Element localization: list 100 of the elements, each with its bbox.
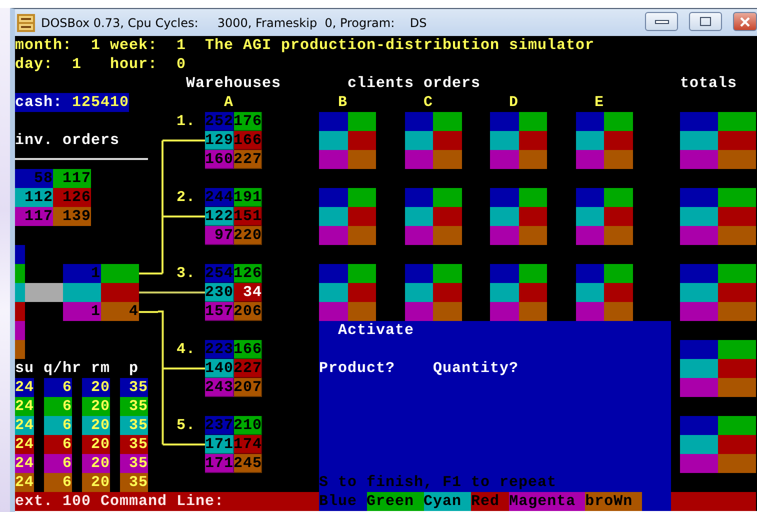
rate-cell: 35 xyxy=(120,473,148,492)
product-swatch xyxy=(15,245,24,264)
order-slot xyxy=(518,264,547,283)
total-slot xyxy=(718,226,756,245)
rate-cell: 6 xyxy=(44,378,72,397)
order-slot xyxy=(604,131,632,150)
rate-cell: 24 xyxy=(15,378,34,397)
cash-value: 125410 xyxy=(72,93,130,112)
maximize-button[interactable] xyxy=(689,12,722,31)
order-slot xyxy=(518,112,547,131)
total-slot xyxy=(718,131,756,150)
stock-cell: 34 xyxy=(234,283,262,302)
order-slot xyxy=(348,302,376,321)
order-slot xyxy=(576,112,604,131)
rate-cell: 24 xyxy=(15,454,34,473)
dialog-prompt: Quantity? xyxy=(433,359,518,378)
order-slot xyxy=(433,207,462,226)
stock-cell: 245 xyxy=(234,454,262,473)
order-slot xyxy=(319,112,348,131)
order-slot xyxy=(348,226,376,245)
order-slot xyxy=(518,226,547,245)
rate-cell: 6 xyxy=(44,416,72,435)
order-slot xyxy=(576,150,604,169)
total-slot xyxy=(718,340,756,359)
total-slot xyxy=(718,359,756,378)
order-slot xyxy=(319,226,348,245)
stock-cell: 97 xyxy=(205,226,234,245)
dialog-prompt: Product? xyxy=(319,359,395,378)
stock-cell: 210 xyxy=(234,416,262,435)
stock-cell: 230 xyxy=(205,283,234,302)
order-slot xyxy=(576,207,604,226)
rates-column-header: p xyxy=(129,359,138,378)
order-slot xyxy=(604,226,632,245)
total-slot xyxy=(680,435,718,454)
total-slot xyxy=(718,435,756,454)
order-slot xyxy=(518,283,547,302)
stock-cell: 151 xyxy=(234,207,262,226)
week-label: week: xyxy=(110,36,158,55)
connector-line xyxy=(138,310,158,312)
order-slot xyxy=(518,302,547,321)
order-slot xyxy=(319,264,348,283)
order-slot xyxy=(576,302,604,321)
order-slot xyxy=(604,112,632,131)
stock-cell: 129 xyxy=(205,131,234,150)
total-slot xyxy=(680,188,718,207)
order-slot xyxy=(319,131,348,150)
warehouse-column-label: A xyxy=(224,93,234,112)
order-slot xyxy=(490,264,518,283)
warehouse-number: 3. xyxy=(176,264,196,283)
stock-cell: 244 xyxy=(205,188,234,207)
order-slot xyxy=(576,226,604,245)
day-value: 1 xyxy=(72,55,82,74)
stock-cell: 171 xyxy=(205,435,234,454)
cash-label: cash: xyxy=(15,93,63,112)
total-slot xyxy=(718,112,756,131)
minimize-button[interactable] xyxy=(645,12,678,31)
order-slot xyxy=(518,207,547,226)
stock-cell: 166 xyxy=(234,340,262,359)
order-slot xyxy=(348,264,376,283)
stock-cell: 237 xyxy=(205,416,234,435)
order-slot xyxy=(490,150,518,169)
order-slot xyxy=(404,150,433,169)
close-button[interactable] xyxy=(733,12,757,31)
inventory-order-cell: 117 xyxy=(53,169,91,188)
month-label: month: xyxy=(15,36,72,55)
warehouse-number: 2. xyxy=(176,188,196,207)
order-slot xyxy=(604,264,632,283)
total-slot xyxy=(718,283,756,302)
total-slot xyxy=(718,207,756,226)
order-slot xyxy=(604,188,632,207)
rate-cell: 20 xyxy=(82,435,110,454)
rate-cell: 20 xyxy=(82,473,110,492)
rate-cell: 35 xyxy=(120,435,148,454)
production-cell: 1 xyxy=(62,264,100,283)
stock-cell: 227 xyxy=(234,150,262,169)
stock-cell: 220 xyxy=(234,226,262,245)
total-slot xyxy=(680,359,718,378)
total-slot xyxy=(680,416,718,435)
order-slot xyxy=(604,302,632,321)
order-slot xyxy=(490,302,518,321)
total-slot xyxy=(718,188,756,207)
order-slot xyxy=(604,207,632,226)
order-slot xyxy=(404,264,433,283)
rates-column-header: q/hr xyxy=(44,359,82,378)
product-swatch xyxy=(15,340,24,359)
warehouse-number: 5. xyxy=(176,416,196,435)
order-slot xyxy=(433,112,462,131)
rate-cell: 6 xyxy=(44,435,72,454)
command-line-label: ext. 100 Command Line: xyxy=(15,492,226,511)
rate-cell: 20 xyxy=(82,454,110,473)
order-slot xyxy=(433,264,462,283)
order-slot xyxy=(404,131,433,150)
total-slot xyxy=(680,454,718,473)
order-slot xyxy=(348,112,376,131)
inventory-order-cell: 126 xyxy=(53,188,91,207)
client-label: B xyxy=(338,93,348,112)
total-slot xyxy=(680,378,718,397)
order-slot xyxy=(319,150,348,169)
inventory-order-cell: 117 xyxy=(15,207,53,226)
order-slot xyxy=(576,264,604,283)
